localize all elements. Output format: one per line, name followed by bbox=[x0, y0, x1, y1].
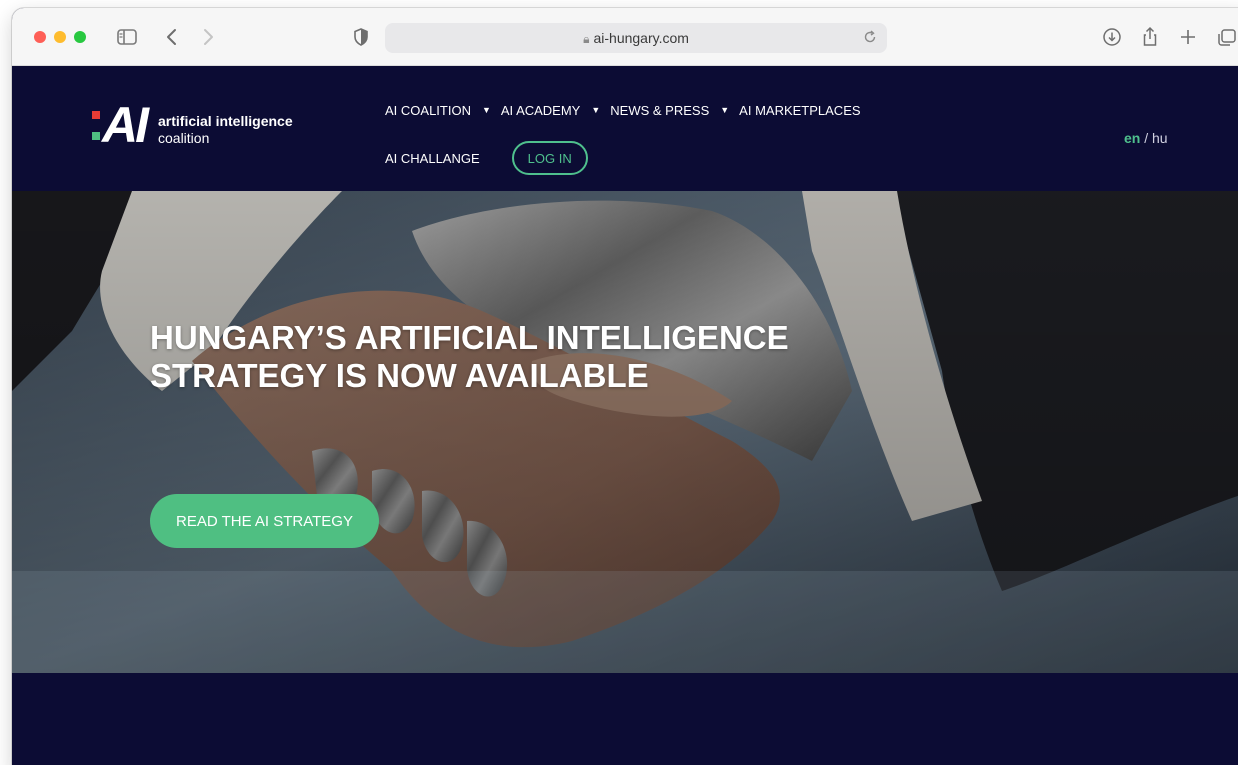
zoom-window-button[interactable] bbox=[74, 31, 86, 43]
logo[interactable]: AI artificial intelligence coalition bbox=[92, 100, 322, 154]
nav-label: AI ACADEMY bbox=[500, 102, 581, 118]
lang-separator: / bbox=[1144, 130, 1149, 146]
read-strategy-button[interactable]: READ THE AI STRATEGY bbox=[150, 494, 379, 548]
hero-banner: HUNGARY’S ARTIFICIAL INTELLIGENCE STRATE… bbox=[12, 191, 1238, 673]
minimize-window-button[interactable] bbox=[54, 31, 66, 43]
logo-red-square bbox=[92, 111, 100, 119]
caret-down-icon[interactable]: ▼ bbox=[720, 105, 729, 115]
nav-label: AI CHALLANGE bbox=[385, 150, 480, 166]
nav-label: AI MARKETPLACES bbox=[739, 102, 861, 118]
sidebar-icon[interactable] bbox=[116, 25, 138, 49]
nav-item-ai-academy[interactable]: AI ACADEMY ▼ bbox=[501, 103, 610, 118]
nav-label: NEWS & PRESS bbox=[610, 102, 710, 118]
nav-row-2: AI CHALLANGE LOG IN bbox=[385, 140, 945, 176]
main-nav: AI COALITION ▼ AI ACADEMY ▼ NEWS & PRESS… bbox=[385, 100, 945, 176]
hero-title: HUNGARY’S ARTIFICIAL INTELLIGENCE STRATE… bbox=[150, 319, 789, 394]
nav-item-ai-marketplaces[interactable]: AI MARKETPLACES bbox=[739, 103, 860, 118]
website: AI artificial intelligence coalition AI … bbox=[12, 66, 1238, 765]
caret-down-icon[interactable]: ▼ bbox=[482, 105, 491, 115]
browser-toolbar: 🔒︎ ai-hungary.com bbox=[12, 8, 1238, 66]
tabs-icon[interactable] bbox=[1216, 25, 1238, 49]
share-icon[interactable] bbox=[1140, 25, 1160, 49]
lock-icon: 🔒︎ bbox=[583, 32, 590, 46]
download-icon[interactable] bbox=[1101, 25, 1123, 49]
lang-en[interactable]: en bbox=[1124, 130, 1140, 146]
nav-row-1: AI COALITION ▼ AI ACADEMY ▼ NEWS & PRESS… bbox=[385, 100, 945, 120]
address-bar[interactable]: 🔒︎ ai-hungary.com bbox=[385, 23, 887, 53]
language-switcher: en / hu bbox=[1124, 130, 1168, 146]
url-text: ai-hungary.com bbox=[593, 30, 689, 46]
site-header: AI artificial intelligence coalition AI … bbox=[12, 66, 1238, 191]
shield-icon[interactable] bbox=[352, 25, 370, 49]
chevron-left-icon[interactable] bbox=[162, 25, 182, 49]
close-window-button[interactable] bbox=[34, 31, 46, 43]
logo-line2: coalition bbox=[158, 130, 210, 146]
nav-item-news-press[interactable]: NEWS & PRESS ▼ bbox=[610, 103, 739, 118]
login-button[interactable]: LOG IN bbox=[511, 141, 588, 175]
plus-icon[interactable] bbox=[1178, 25, 1198, 49]
logo-line1: artificial intelligence bbox=[158, 113, 293, 129]
nav-item-ai-coalition[interactable]: AI COALITION ▼ bbox=[385, 103, 501, 118]
logo-green-square bbox=[92, 132, 100, 140]
lang-hu[interactable]: hu bbox=[1152, 130, 1168, 146]
nav-label: AI COALITION bbox=[385, 102, 471, 118]
url-display: 🔒︎ ai-hungary.com bbox=[385, 30, 887, 47]
nav-item-ai-challange[interactable]: AI CHALLANGE bbox=[385, 151, 480, 166]
caret-down-icon[interactable]: ▼ bbox=[591, 105, 600, 115]
reload-icon[interactable] bbox=[863, 29, 877, 48]
hero-handshake-image bbox=[12, 191, 1238, 673]
browser-window: 🔒︎ai-hungary.com AI artificial intellig bbox=[12, 8, 1238, 765]
chevron-right-icon[interactable] bbox=[198, 25, 218, 49]
page-section bbox=[12, 673, 1238, 765]
logo-mark: AI bbox=[102, 97, 149, 153]
